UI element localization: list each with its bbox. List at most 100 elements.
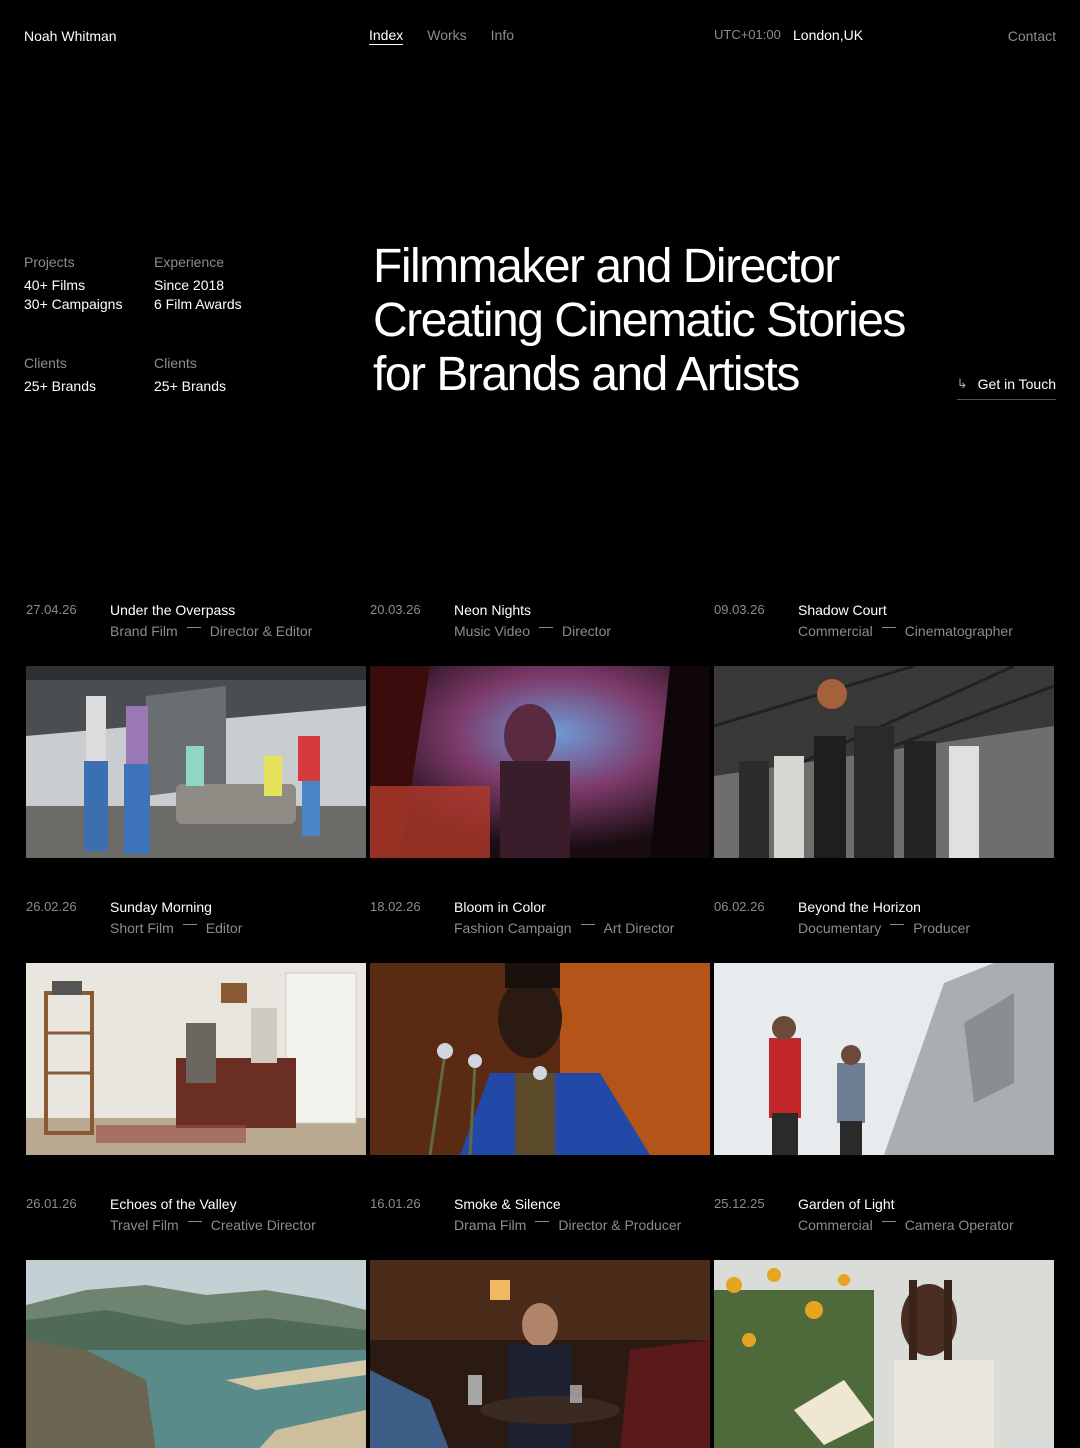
project-thumbnail[interactable] xyxy=(714,666,1054,858)
dash-separator xyxy=(580,923,595,925)
project-meta: Travel Film Creative Director xyxy=(110,1217,316,1233)
project-meta: Documentary Producer xyxy=(798,920,970,936)
dash-separator xyxy=(890,923,905,925)
dash-separator xyxy=(187,1220,202,1222)
project-thumbnail[interactable] xyxy=(714,1260,1054,1448)
project-thumbnail[interactable] xyxy=(26,963,366,1155)
project-card[interactable]: 25.12.25 Garden of Light Commercial Came… xyxy=(712,1194,1054,1448)
hero-line: Creating Cinematic Stories xyxy=(373,294,906,347)
project-meta: Drama Film Director & Producer xyxy=(454,1217,681,1233)
stat-label: Clients xyxy=(154,355,197,371)
project-meta: Music Video Director xyxy=(454,623,611,639)
project-title[interactable]: Echoes of the Valley xyxy=(110,1196,237,1212)
hero-line: for Brands and Artists xyxy=(373,348,800,401)
dash-separator xyxy=(881,1220,896,1222)
project-title[interactable]: Under the Overpass xyxy=(110,602,235,618)
location-label: London,UK xyxy=(793,27,864,43)
project-thumbnail[interactable] xyxy=(714,963,1054,1155)
dash-separator xyxy=(535,1220,550,1222)
get-in-touch-button[interactable]: ↳ Get in Touch xyxy=(956,376,1056,400)
project-type: Brand Film xyxy=(110,623,178,639)
arrow-down-right-icon: ↳ xyxy=(956,376,968,391)
project-meta: Commercial Camera Operator xyxy=(798,1217,1014,1233)
project-title[interactable]: Bloom in Color xyxy=(454,899,546,915)
project-card[interactable]: 09.03.26 Shadow Court Commercial Cinemat… xyxy=(712,600,1054,897)
stat-clients-2: Clients 25+ Brands xyxy=(154,354,284,396)
project-title[interactable]: Shadow Court xyxy=(798,602,887,618)
top-nav: Noah Whitman Index Works Info UTC+01:00 … xyxy=(0,0,1080,72)
dash-separator xyxy=(186,626,201,628)
project-role: Camera Operator xyxy=(904,1217,1014,1233)
project-type: Travel Film xyxy=(110,1217,179,1233)
project-thumbnail[interactable] xyxy=(370,1260,710,1448)
project-title[interactable]: Beyond the Horizon xyxy=(798,899,921,915)
project-role: Director & Editor xyxy=(209,623,313,639)
project-card[interactable]: 16.01.26 Smoke & Silence Drama Film Dire… xyxy=(368,1194,710,1448)
stat-value: Since 2018 xyxy=(154,277,225,293)
brand-name[interactable]: Noah Whitman xyxy=(24,28,117,44)
project-card[interactable]: 06.02.26 Beyond the Horizon Documentary … xyxy=(712,897,1054,1194)
dash-separator xyxy=(881,626,896,628)
project-date: 06.02.26 xyxy=(714,899,765,914)
project-role: Art Director xyxy=(603,920,675,936)
project-card[interactable]: 18.02.26 Bloom in Color Fashion Campaign… xyxy=(368,897,710,1194)
project-date: 20.03.26 xyxy=(370,602,421,617)
project-date: 18.02.26 xyxy=(370,899,421,914)
project-date: 26.02.26 xyxy=(26,899,77,914)
stat-label: Clients xyxy=(24,355,67,371)
project-title[interactable]: Garden of Light xyxy=(798,1196,895,1212)
dash-separator xyxy=(539,626,554,628)
stat-label: Projects xyxy=(24,254,75,270)
project-type: Drama Film xyxy=(454,1217,527,1233)
project-type: Short Film xyxy=(110,920,174,936)
project-card[interactable]: 26.02.26 Sunday Morning Short Film Edito… xyxy=(24,897,366,1194)
stat-label: Experience xyxy=(154,254,225,270)
hero-headline: Filmmaker and Director Creating Cinemati… xyxy=(373,240,953,402)
project-thumbnail[interactable] xyxy=(370,666,710,858)
stat-value: 25+ Brands xyxy=(154,378,226,394)
nav-link-works[interactable]: Works xyxy=(427,27,466,45)
stat-value: 30+ Campaigns xyxy=(24,296,123,312)
project-role: Editor xyxy=(205,920,243,936)
project-card[interactable]: 27.04.26 Under the Overpass Brand Film D… xyxy=(24,600,366,897)
project-grid: 27.04.26 Under the Overpass Brand Film D… xyxy=(24,600,1056,1448)
dash-separator xyxy=(182,923,197,925)
project-role: Director & Producer xyxy=(558,1217,682,1233)
project-title[interactable]: Neon Nights xyxy=(454,602,531,618)
project-type: Commercial xyxy=(798,1217,873,1233)
project-title[interactable]: Smoke & Silence xyxy=(454,1196,561,1212)
project-date: 25.12.25 xyxy=(714,1196,765,1211)
hero-line: Filmmaker and Director xyxy=(373,240,840,293)
stat-value: 25+ Brands xyxy=(24,378,96,394)
nav-links: Index Works Info xyxy=(369,27,514,45)
stat-value: 6 Film Awards xyxy=(154,296,242,312)
project-meta: Short Film Editor xyxy=(110,920,242,936)
stat-projects: Projects 40+ Films 30+ Campaigns xyxy=(24,253,154,314)
project-thumbnail[interactable] xyxy=(26,666,366,858)
project-type: Fashion Campaign xyxy=(454,920,572,936)
project-date: 16.01.26 xyxy=(370,1196,421,1211)
contact-link[interactable]: Contact xyxy=(1008,28,1056,44)
project-thumbnail[interactable] xyxy=(370,963,710,1155)
project-type: Commercial xyxy=(798,623,873,639)
stat-clients: Clients 25+ Brands xyxy=(24,354,154,396)
stat-experience: Experience Since 2018 6 Film Awards xyxy=(154,253,284,314)
timezone-label: UTC+01:00 xyxy=(714,27,781,42)
project-card[interactable]: 20.03.26 Neon Nights Music Video Directo… xyxy=(368,600,710,897)
project-meta: Commercial Cinematographer xyxy=(798,623,1013,639)
project-title[interactable]: Sunday Morning xyxy=(110,899,212,915)
nav-link-info[interactable]: Info xyxy=(491,27,514,45)
project-thumbnail[interactable] xyxy=(26,1260,366,1448)
project-date: 09.03.26 xyxy=(714,602,765,617)
project-role: Producer xyxy=(913,920,971,936)
cta-label: Get in Touch xyxy=(977,376,1056,392)
project-type: Documentary xyxy=(798,920,882,936)
project-meta: Brand Film Director & Editor xyxy=(110,623,312,639)
project-date: 27.04.26 xyxy=(26,602,77,617)
project-date: 26.01.26 xyxy=(26,1196,77,1211)
project-role: Director xyxy=(562,623,612,639)
nav-link-index[interactable]: Index xyxy=(369,27,404,45)
project-role: Cinematographer xyxy=(904,623,1013,639)
project-card[interactable]: 26.01.26 Echoes of the Valley Travel Fil… xyxy=(24,1194,366,1448)
project-role: Creative Director xyxy=(210,1217,316,1233)
